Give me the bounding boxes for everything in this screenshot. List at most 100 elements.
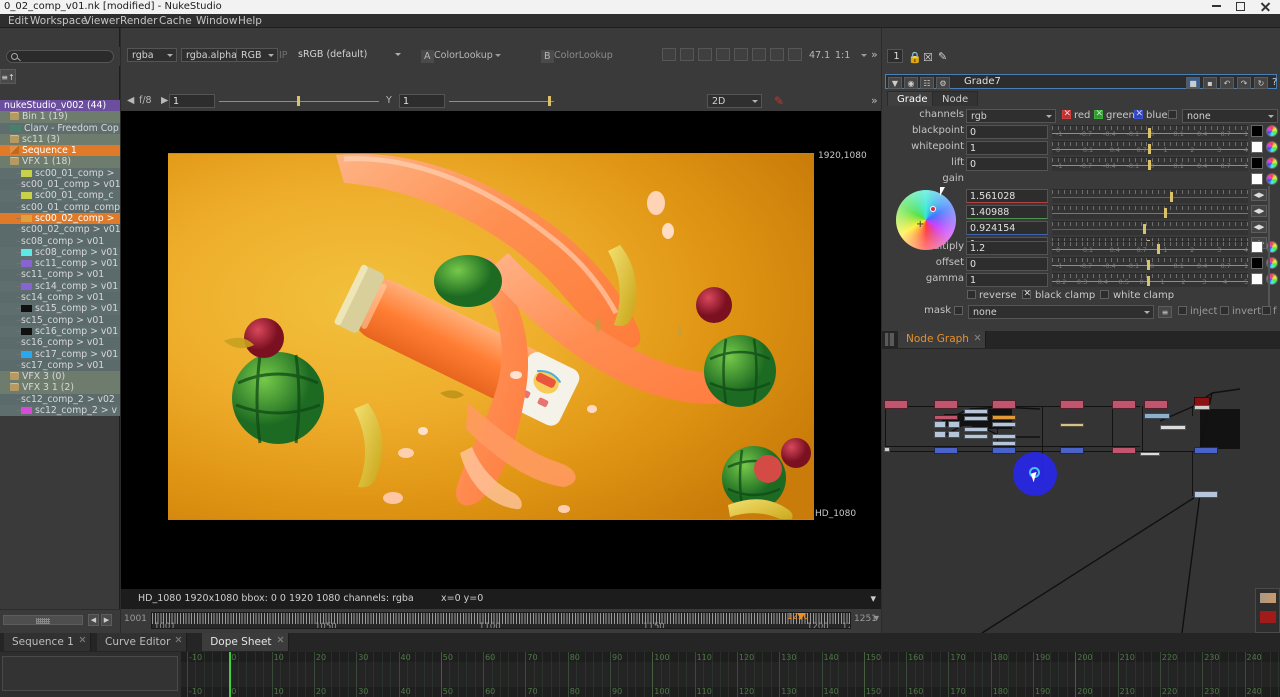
color-wheel-icon[interactable]: [1266, 157, 1278, 169]
mask-checkbox[interactable]: [954, 306, 963, 315]
bin-item[interactable]: Clarv - Freedom Cop: [0, 123, 120, 134]
animate-arrows-button[interactable]: ◀▶: [1251, 189, 1267, 201]
wipe-a-key[interactable]: A: [421, 50, 434, 63]
green-channel-checkbox[interactable]: [1094, 110, 1103, 119]
close-icon[interactable]: [79, 636, 86, 643]
channels-extra-checkbox[interactable]: [1168, 110, 1177, 119]
graph-node[interactable]: [1060, 400, 1084, 409]
bin-item[interactable]: —sc00_01_comp > v01: [0, 179, 120, 190]
graph-node[interactable]: [934, 415, 958, 420]
gain-vertical-slider[interactable]: [1268, 186, 1270, 306]
color-wheel-icon[interactable]: [1266, 173, 1278, 185]
color-wheel-icon[interactable]: [1266, 125, 1278, 137]
color-wheel-marker[interactable]: [930, 206, 936, 212]
multiply-input[interactable]: 1.2: [966, 241, 1048, 255]
node-graph-canvas[interactable]: [882, 349, 1280, 633]
wipe-b-value[interactable]: ColorLookup: [554, 50, 613, 61]
graph-node[interactable]: [934, 431, 946, 438]
offset-swatch[interactable]: [1251, 257, 1263, 269]
gear-icon[interactable]: [770, 48, 784, 61]
gain-channel-0-slider[interactable]: [1052, 189, 1248, 203]
graph-node[interactable]: [992, 415, 1016, 420]
slider-knob[interactable]: [1148, 144, 1151, 154]
close-button[interactable]: [1260, 2, 1269, 12]
slider-knob[interactable]: [1148, 160, 1151, 170]
graph-node[interactable]: [884, 400, 908, 409]
gain-input[interactable]: 1: [169, 94, 215, 108]
lift-slider[interactable]: -1-0.7-0.4-0.100.10.40.71: [1052, 157, 1248, 171]
chevron-down-icon[interactable]: [861, 54, 867, 57]
bin-item[interactable]: —sc00_02_comp >: [0, 213, 120, 224]
gain-channel-2-slider[interactable]: [1052, 221, 1248, 235]
graph-node[interactable]: [1194, 491, 1218, 498]
channels-select[interactable]: rgb: [966, 109, 1056, 123]
slider-knob[interactable]: [1164, 208, 1167, 218]
graph-node[interactable]: [1144, 400, 1168, 409]
offset-input[interactable]: 0: [966, 257, 1048, 271]
bin-item[interactable]: —sc00_01_comp >: [0, 168, 120, 179]
graph-node[interactable]: [1144, 413, 1170, 419]
graph-node[interactable]: [1160, 425, 1186, 430]
lock-icon[interactable]: 🔒: [908, 51, 922, 64]
tab-node[interactable]: Node: [932, 91, 978, 106]
tab-curve-editor[interactable]: Curve Editor: [97, 633, 187, 651]
help-icon[interactable]: ?: [1272, 77, 1277, 88]
proxy-icon[interactable]: [680, 48, 694, 61]
slider-knob[interactable]: [1147, 260, 1150, 270]
graph-node[interactable]: [1060, 447, 1084, 454]
gain-channel-0-input[interactable]: 1.561028: [966, 189, 1048, 203]
bin-item[interactable]: —sc11_comp > v01: [0, 258, 120, 269]
graph-node[interactable]: [948, 431, 960, 438]
gain-slider[interactable]: [219, 94, 379, 108]
graph-node[interactable]: [992, 441, 1016, 446]
slider-knob[interactable]: [1170, 192, 1173, 202]
blue-channel-checkbox[interactable]: [1134, 110, 1143, 119]
gamma-input[interactable]: 1: [399, 94, 445, 108]
graph-node[interactable]: [1194, 447, 1218, 454]
gamma-swatch[interactable]: [1251, 273, 1263, 285]
expand-toolbar-icon[interactable]: »: [871, 48, 878, 61]
whitepoint-input[interactable]: 1: [966, 141, 1048, 155]
slider-knob[interactable]: [1147, 276, 1150, 286]
display-channel-combo[interactable]: RGB: [236, 48, 278, 62]
expand-toolbar-icon[interactable]: »: [871, 94, 878, 107]
bin-item[interactable]: VFX 3 1 (2): [0, 382, 120, 393]
color-wheel[interactable]: +: [896, 190, 956, 250]
chevron-down-icon[interactable]: [495, 54, 501, 57]
color-wheel-handle[interactable]: [940, 187, 945, 196]
bin-item[interactable]: —sc17_comp > v01: [0, 349, 120, 360]
graph-node[interactable]: [1060, 423, 1084, 427]
tab-dope-sheet[interactable]: Dope Sheet: [202, 633, 288, 651]
menu-item-help[interactable]: Help: [234, 15, 266, 27]
zoom-level[interactable]: 47.1: [809, 50, 830, 61]
gain-swatch[interactable]: [1251, 173, 1263, 185]
wipe-a-value[interactable]: ColorLookup: [434, 50, 493, 61]
viewer-canvas[interactable]: 1920,1080 HD_1080: [121, 111, 881, 589]
mask-select[interactable]: none: [968, 305, 1154, 319]
graph-node[interactable]: [948, 421, 960, 428]
color-wheel-icon[interactable]: [1266, 141, 1278, 153]
blackpoint-input[interactable]: 0: [966, 125, 1048, 139]
bin-item[interactable]: nukeStudio_v002 (44): [0, 100, 120, 111]
graph-node[interactable]: [1194, 405, 1210, 410]
reverse-checkbox[interactable]: [967, 290, 976, 299]
node-disable-toggle[interactable]: ▪: [1203, 77, 1217, 89]
dope-ruler-bottom[interactable]: [181, 687, 1280, 697]
bin-item[interactable]: —sc16_comp > v01: [0, 337, 120, 348]
slider-knob[interactable]: [548, 96, 551, 106]
revert-icon[interactable]: ↻: [1254, 77, 1268, 89]
dope-sheet-track-list[interactable]: [0, 652, 181, 697]
max-panels-input[interactable]: 1: [887, 49, 903, 63]
channels-combo[interactable]: rgba: [127, 48, 177, 62]
bin-item[interactable]: —sc00_01_comp_c: [0, 190, 120, 201]
menu-item-cache[interactable]: Cache: [155, 15, 196, 27]
multiply-swatch[interactable]: [1251, 241, 1263, 253]
next-stop-icon[interactable]: ▶: [161, 95, 168, 106]
refresh-icon[interactable]: [752, 48, 766, 61]
dope-playhead[interactable]: [229, 652, 231, 697]
colorspace-combo[interactable]: sRGB (default): [294, 48, 404, 62]
blackpoint-slider[interactable]: -1-0.7-0.4-0.100.10.40.71: [1052, 125, 1248, 139]
maximize-button[interactable]: [1236, 2, 1245, 11]
gamma-slider[interactable]: 0.20.30.40.50.712345: [1052, 273, 1248, 287]
graph-node[interactable]: [992, 422, 1016, 427]
